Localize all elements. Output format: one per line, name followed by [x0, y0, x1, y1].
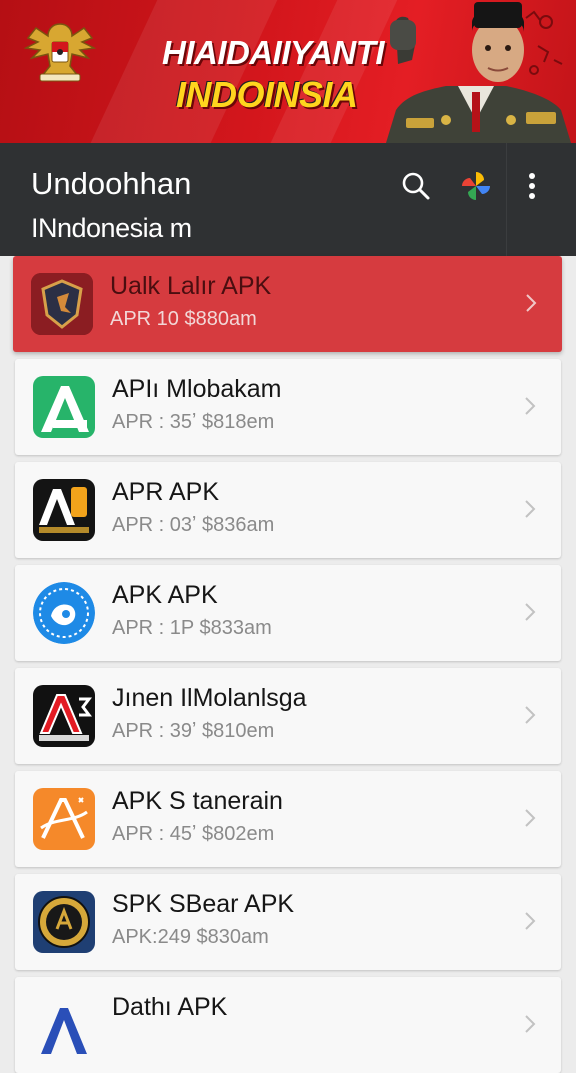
chevron-right-icon: [525, 500, 536, 518]
list-item[interactable]: Dathı APK: [15, 977, 561, 1073]
app-icon-a-orange: [33, 788, 95, 850]
search-button[interactable]: [396, 166, 436, 206]
app-icon-ai: [33, 479, 95, 541]
list-item[interactable]: APK S tanerain APR : 45ʼ $802em: [15, 771, 561, 867]
overflow-menu-button[interactable]: [512, 166, 552, 206]
chevron-right-icon: [525, 706, 536, 724]
app-meta: APK:249 $830am: [112, 926, 269, 948]
app-name: APR APK: [112, 478, 219, 506]
list-item[interactable]: APK APK APR : 1P $833am: [15, 565, 561, 661]
banner-subheadline: INDOINSIA: [176, 74, 358, 115]
garuda-emblem-icon: [23, 23, 97, 82]
app-name: APK S tanerain: [112, 787, 283, 815]
search-icon: [402, 172, 430, 200]
list-item[interactable]: Ualk Lalır APK APR 10 $880am: [13, 256, 562, 352]
chevron-right-icon: [525, 603, 536, 621]
list-item[interactable]: Jınen IlMolanlsga APR : 39ʼ $810em: [15, 668, 561, 764]
app-name: SPK SBear APK: [112, 890, 295, 918]
app-icon-shield: [31, 273, 93, 335]
app-icon-a-green: [33, 376, 95, 438]
chevron-right-icon: [526, 294, 537, 312]
decorative-doodle-icon: [525, 10, 563, 75]
app-meta: APR : 1P $833am: [112, 617, 272, 639]
app-meta: APR : 03ʼ $836am: [112, 514, 275, 536]
ai-logo-icon: [33, 479, 95, 541]
list-item[interactable]: APIı Mlobakam APR : 35ʼ $818em: [15, 359, 561, 455]
letter-a-icon: [33, 788, 95, 850]
app-name: Jınen IlMolanlsga: [112, 684, 307, 712]
banner-headline: HIAIDAIIYANTI: [162, 34, 385, 71]
more-vert-icon: [529, 173, 535, 199]
chevron-right-icon: [525, 397, 536, 415]
promo-banner[interactable]: HIAIDAIIYANTI INDOINSIA: [0, 0, 576, 143]
page-subtitle: INndonesia m: [31, 213, 192, 243]
shield-icon: [31, 273, 93, 335]
app-icon-badge-blue: [33, 582, 95, 644]
app-meta: APR : 45ʼ $802em: [112, 823, 275, 845]
page-title: Undoohhan: [31, 166, 192, 201]
letter-a-icon: [33, 376, 95, 438]
list-item[interactable]: SPK SBear APK APK:249 $830am: [15, 874, 561, 970]
app-name: APIı Mlobakam: [112, 375, 282, 403]
app-icon-a-blue: [33, 994, 95, 1056]
app-name: Dathı APK: [112, 993, 228, 1021]
list-item[interactable]: APR APK APR : 03ʼ $836am: [15, 462, 561, 558]
letter-a-icon: [33, 685, 95, 747]
appbar-divider: [506, 143, 507, 256]
app-meta: APR : 39ʼ $810em: [112, 720, 275, 742]
app-meta: APR 10 $880am: [110, 308, 257, 330]
round-badge-icon: [33, 582, 95, 644]
app-name: Ualk Lalır APK: [110, 272, 272, 300]
chevron-right-icon: [525, 1015, 536, 1033]
chevron-right-icon: [525, 912, 536, 930]
pinwheel-icon: [462, 172, 490, 200]
app-meta: APR : 35ʼ $818em: [112, 411, 275, 433]
google-photos-button[interactable]: [456, 166, 496, 206]
app-icon-seal: [33, 891, 95, 953]
app-icon-a-red: [33, 685, 95, 747]
app-name: APK APK: [112, 581, 218, 609]
gold-seal-icon: [33, 891, 95, 953]
letter-a-icon: [41, 1008, 87, 1054]
chevron-right-icon: [525, 809, 536, 827]
